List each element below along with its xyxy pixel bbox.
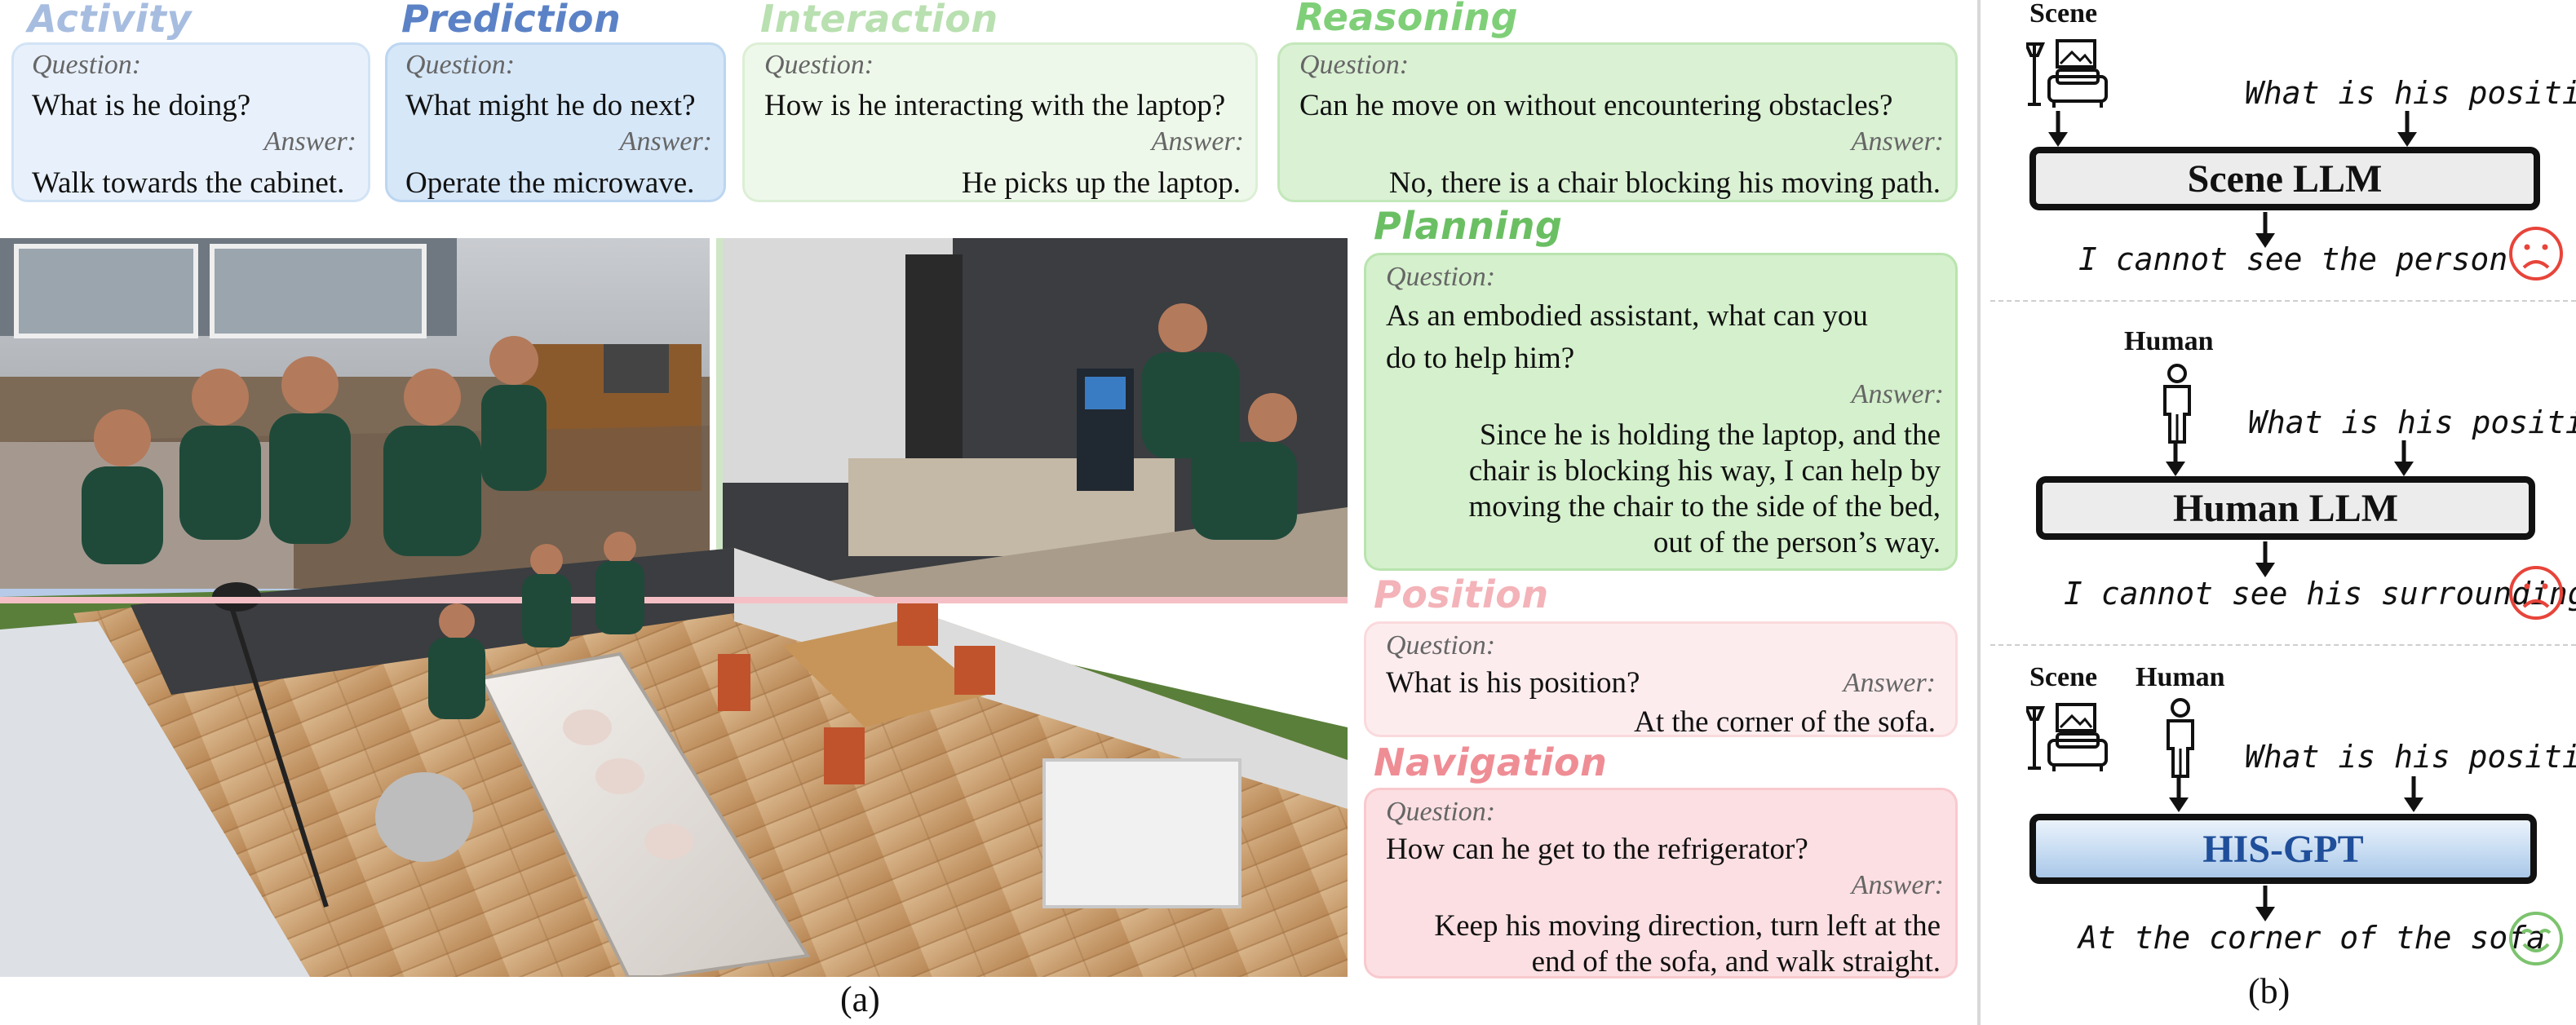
- caption-a: (a): [840, 979, 880, 1019]
- arrow-down-icon: [2255, 886, 2275, 921]
- scene-icon: [2026, 39, 2108, 108]
- question-text: How is he interacting with the laptop?: [764, 89, 1226, 122]
- answer-text: He picks up the laptop.: [961, 166, 1241, 200]
- response-text: At the corner of the sofa: [2078, 920, 2545, 956]
- panel-divider: [1977, 0, 1981, 1025]
- label-scene: Scene: [2029, 0, 2098, 29]
- category-interaction: Interaction: [760, 0, 998, 41]
- answer-label: Answer:: [1151, 126, 1244, 157]
- label-human: Human: [2136, 662, 2225, 692]
- answer-text: Operate the microwave.: [405, 166, 695, 200]
- card-activity: Question: What is he doing? Answer: Walk…: [11, 42, 370, 202]
- question-text-line-2: do to help him?: [1386, 342, 1575, 375]
- category-planning: Planning: [1374, 204, 1563, 248]
- answer-label: Answer:: [263, 126, 356, 157]
- row-separator: [1990, 300, 2576, 302]
- query-text: What is his position?: [2248, 404, 2576, 440]
- answer-text-line-4: out of the person’s way.: [1653, 526, 1941, 559]
- question-text: What might he do next?: [405, 89, 696, 122]
- answer-text-line-3: moving the chair to the side of the bed,: [1468, 490, 1941, 524]
- label-human: Human: [2124, 326, 2214, 356]
- arrow-down-icon: [2404, 776, 2423, 812]
- scene-render: [0, 238, 1348, 977]
- question-label: Question:: [1386, 797, 1496, 827]
- human-icon: [2167, 698, 2194, 778]
- caption-b: (b): [2248, 971, 2291, 1011]
- answer-text-line-2: chair is blocking his way, I can help by: [1468, 454, 1941, 488]
- response-text: I cannot see his surroundings: [2064, 576, 2576, 612]
- answer-label: Answer:: [1851, 870, 1944, 900]
- question-text: What is he doing?: [32, 89, 251, 122]
- sad-face-icon: [2509, 566, 2563, 620]
- query-text: What is his position?: [2245, 739, 2576, 775]
- question-label: Question:: [1386, 630, 1496, 661]
- question-text-line-1: As an embodied assistant, what can you: [1386, 299, 1868, 333]
- answer-text-line-2: end of the sofa, and walk straight.: [1531, 945, 1941, 979]
- answer-label: Answer:: [1843, 668, 1936, 698]
- category-position: Position: [1374, 572, 1549, 616]
- category-navigation: Navigation: [1374, 740, 1608, 784]
- human-icon: [2163, 364, 2191, 444]
- row-separator: [1990, 644, 2576, 646]
- happy-face-icon: [2509, 912, 2563, 965]
- category-activity: Activity: [28, 0, 192, 41]
- question-label: Question:: [764, 50, 874, 80]
- card-planning: Question: As an embodied assistant, what…: [1364, 253, 1958, 571]
- card-reasoning: Question: Can he move on without encount…: [1277, 42, 1958, 202]
- question-text: What is his position?: [1386, 666, 1640, 700]
- answer-label: Answer:: [619, 126, 712, 157]
- arrow-down-icon: [2397, 111, 2417, 147]
- card-interaction: Question: How is he interacting with the…: [742, 42, 1258, 202]
- question-text: How can he get to the refrigerator?: [1386, 833, 1808, 866]
- card-navigation: Question: How can he get to the refriger…: [1364, 788, 1958, 979]
- arrow-down-icon: [2166, 440, 2185, 476]
- question-label: Question:: [405, 50, 516, 80]
- model-box-scene-llm: Scene LLM: [2029, 147, 2540, 210]
- response-text: I cannot see the person: [2078, 241, 2508, 277]
- category-reasoning: Reasoning: [1295, 0, 1519, 39]
- sad-face-icon: [2509, 227, 2563, 281]
- card-position: Question: What is his position? Answer: …: [1364, 621, 1958, 739]
- model-box-his-gpt: HIS-GPT: [2029, 814, 2537, 884]
- answer-text-line-1: Since he is holding the laptop, and the: [1479, 418, 1941, 452]
- question-label: Question:: [1299, 50, 1410, 80]
- answer-text-line-1: Keep his moving direction, turn left at …: [1434, 909, 1941, 943]
- arrow-down-icon: [2394, 440, 2414, 476]
- arrow-down-icon: [2255, 541, 2275, 577]
- arrow-down-icon: [2169, 776, 2189, 812]
- query-text: What is his position?: [2245, 75, 2576, 111]
- question-text: Can he move on without encountering obst…: [1299, 89, 1893, 122]
- scene-icon: [2026, 703, 2108, 771]
- model-box-human-llm: Human LLM: [2036, 476, 2535, 540]
- question-label: Question:: [1386, 262, 1496, 292]
- label-scene: Scene: [2029, 662, 2098, 692]
- scene-illustration: [0, 238, 1348, 977]
- arrow-down-icon: [2048, 111, 2068, 147]
- question-label: Question:: [32, 50, 142, 80]
- answer-text: Walk towards the cabinet.: [32, 166, 345, 200]
- view-main-room: [0, 548, 1348, 977]
- answer-text: At the corner of the sofa.: [1634, 705, 1936, 739]
- category-prediction: Prediction: [401, 0, 622, 41]
- answer-text: No, there is a chair blocking his moving…: [1388, 166, 1941, 200]
- answer-label: Answer:: [1851, 126, 1944, 157]
- card-prediction: Question: What might he do next? Answer:…: [385, 42, 726, 202]
- answer-label: Answer:: [1851, 379, 1944, 409]
